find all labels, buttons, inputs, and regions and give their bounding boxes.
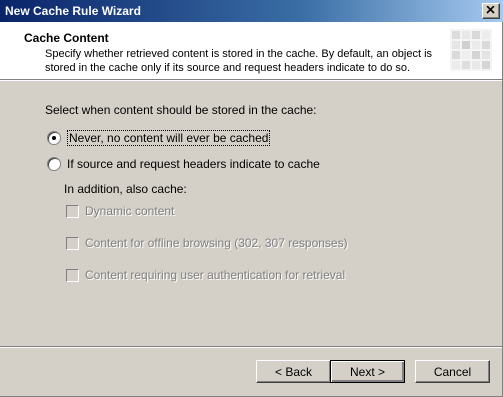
- additional-cache-label: In addition, also cache:: [64, 182, 187, 196]
- checkbox-user-authentication[interactable]: Content requiring user authentication fo…: [66, 268, 345, 282]
- checkbox-box[interactable]: [66, 268, 79, 282]
- page-title: Cache Content: [24, 31, 109, 45]
- checkbox-dynamic-content[interactable]: Dynamic content: [66, 204, 174, 218]
- page-description: Specify whether retrieved content is sto…: [45, 48, 433, 74]
- window-title: New Cache Rule Wizard: [5, 4, 141, 18]
- header-separator: [0, 80, 503, 81]
- checkbox-offline-browsing[interactable]: Content for offline browsing (302, 307 r…: [66, 236, 348, 250]
- radio-headers-indicate-label: If source and request headers indicate t…: [67, 157, 320, 171]
- radio-headers-indicate[interactable]: If source and request headers indicate t…: [47, 157, 320, 171]
- wizard-header: Cache Content Specify whether retrieved …: [0, 22, 503, 80]
- checkbox-box[interactable]: [66, 204, 79, 218]
- radio-button-selected[interactable]: [47, 131, 61, 145]
- wizard-header-icon: [448, 27, 494, 73]
- radio-never-cache[interactable]: Never, no content will ever be cached: [47, 130, 271, 146]
- checkbox-dynamic-content-label: Dynamic content: [85, 204, 175, 218]
- title-bar[interactable]: New Cache Rule Wizard: [0, 0, 503, 22]
- radio-button[interactable]: [47, 157, 61, 171]
- footer-separator: [0, 346, 503, 348]
- checkbox-offline-browsing-label: Content for offline browsing (302, 307 r…: [85, 236, 348, 250]
- checkbox-user-authentication-label: Content requiring user authentication fo…: [85, 268, 346, 282]
- next-button[interactable]: Next >: [330, 360, 405, 383]
- cancel-button[interactable]: Cancel: [415, 360, 490, 383]
- cache-prompt: Select when content should be stored in …: [45, 103, 317, 117]
- checkbox-box[interactable]: [66, 236, 79, 250]
- close-icon: [486, 6, 495, 14]
- back-button[interactable]: < Back: [256, 360, 331, 383]
- radio-never-cache-label: Never, no content will ever be cached: [67, 130, 271, 146]
- close-button[interactable]: [482, 3, 500, 19]
